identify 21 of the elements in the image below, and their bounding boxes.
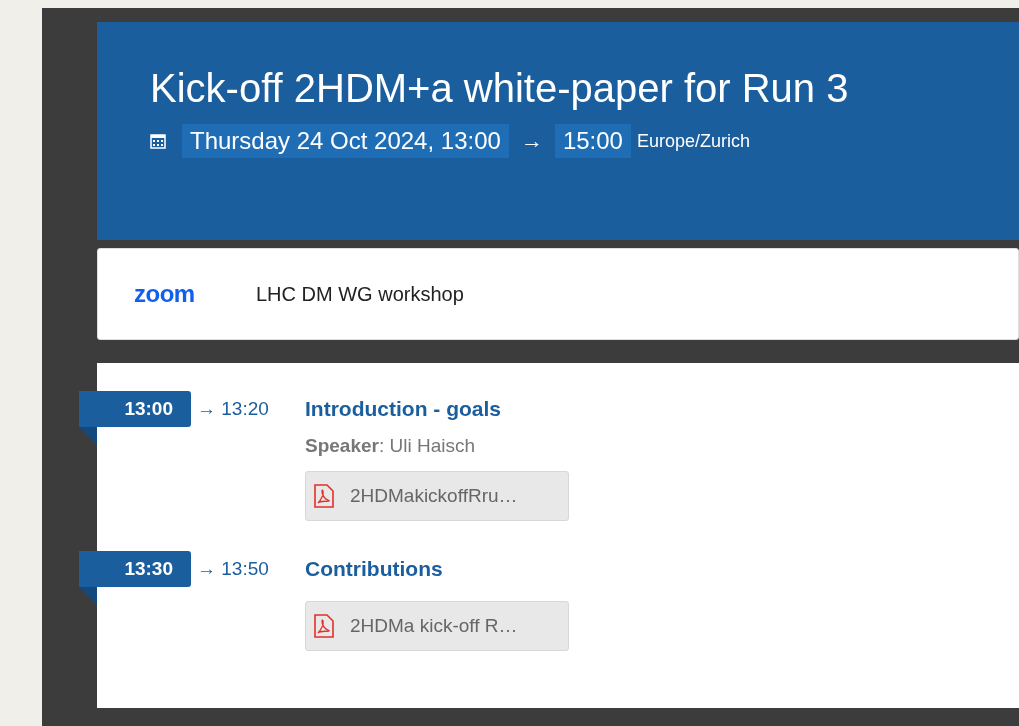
arrow-text: → (520, 128, 543, 154)
start-time-flag: 13:00 (79, 391, 191, 427)
calendar-icon (150, 133, 166, 149)
pdf-icon (314, 614, 334, 638)
start-date: Thursday 24 Oct 2024, 13:00 (182, 124, 509, 158)
flag-fold (79, 427, 97, 445)
timezone: Europe/Zurich (636, 130, 750, 152)
room-name[interactable]: LHC DM WG workshop (256, 282, 464, 306)
speaker-text: Speaker: Uli Haisch (305, 435, 476, 457)
end-time: → 13:20 (197, 397, 269, 421)
event-title: Kick-off 2HDM+a white-paper for Run 3 (150, 65, 850, 112)
attachment-button[interactable]: 2HDMa kick-off R… (305, 601, 569, 651)
flag-fold (79, 587, 97, 605)
start-time-flag: 13:30 (79, 551, 191, 587)
end-time: 15:00 (554, 124, 631, 158)
end-time: → 13:50 (197, 557, 269, 581)
contribution-title[interactable]: Contributions (305, 551, 443, 587)
contribution-title[interactable]: Introduction - goals (305, 391, 501, 427)
attachment-button[interactable]: 2HDMakickoffRru… (305, 471, 569, 521)
zoom-logo: zoom (134, 280, 196, 308)
pdf-icon (314, 484, 334, 508)
